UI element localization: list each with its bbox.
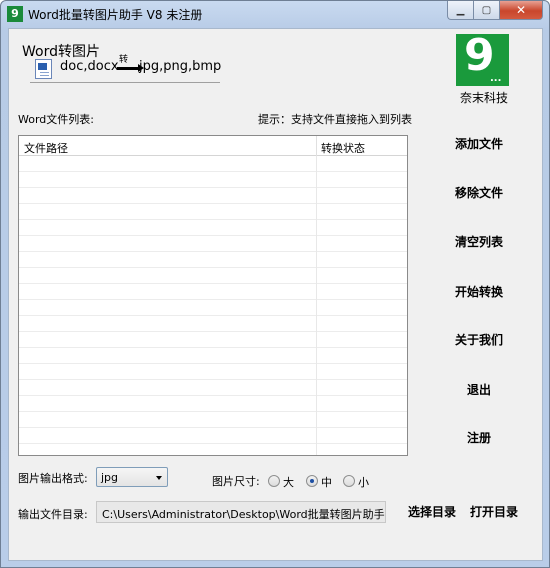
window-title: Word批量转图片助手 V8 未注册	[28, 8, 203, 22]
open-directory-button[interactable]: 打开目录	[470, 503, 518, 520]
start-convert-button[interactable]: 开始转换	[439, 281, 519, 303]
title-bar[interactable]: 9 Word批量转图片助手 V8 未注册 ▁ ▢ ✕	[1, 1, 549, 27]
choose-directory-button[interactable]: 选择目录	[408, 503, 456, 520]
file-list[interactable]: 文件路径 转换状态	[18, 135, 408, 456]
file-list-rows[interactable]	[19, 156, 407, 455]
company-name: 奈末科技	[459, 91, 508, 105]
window-controls: ▁ ▢ ✕	[447, 1, 543, 20]
file-list-header: 文件路径 转换状态	[19, 136, 407, 156]
word-document-icon	[35, 59, 52, 79]
size-large-radio[interactable]	[268, 475, 280, 487]
close-button[interactable]: ✕	[499, 1, 543, 20]
app-window: 9 Word批量转图片助手 V8 未注册 ▁ ▢ ✕ Word转图片 doc,d…	[0, 0, 550, 568]
app-icon: 9	[7, 6, 23, 22]
size-small-radio[interactable]	[343, 475, 355, 487]
minimize-button[interactable]: ▁	[447, 1, 473, 20]
output-format-select[interactable]: jpg	[96, 467, 168, 487]
column-divider[interactable]	[316, 136, 317, 156]
target-formats: jpg,png,bmp	[139, 59, 222, 74]
register-button[interactable]: 注册	[439, 427, 519, 449]
output-dir-field[interactable]: C:\Users\Administrator\Desktop\Word批量转图片…	[96, 501, 386, 523]
add-files-button[interactable]: 添加文件	[439, 133, 519, 155]
chevron-down-icon	[156, 476, 162, 480]
source-formats: doc,docx	[60, 59, 119, 74]
header-divider	[30, 82, 220, 83]
column-gridline	[316, 156, 317, 455]
arrow-right-icon	[117, 64, 144, 72]
size-large-label[interactable]: 大	[283, 474, 294, 490]
output-dir-label: 输出文件目录:	[18, 508, 88, 521]
size-small-label[interactable]: 小	[358, 474, 369, 490]
size-medium-label[interactable]: 中	[321, 474, 332, 490]
main-panel: Word转图片 doc,docx 转 jpg,png,bmp 9 ... 奈末科…	[8, 28, 543, 561]
output-dir-path: C:\Users\Administrator\Desktop\Word批量转图片…	[102, 508, 385, 521]
about-us-button[interactable]: 关于我们	[439, 329, 519, 351]
image-size-label: 图片尺寸:	[212, 475, 260, 488]
size-medium-radio[interactable]	[306, 475, 318, 487]
clear-list-button[interactable]: 清空列表	[439, 231, 519, 253]
header-title: Word转图片	[22, 44, 100, 60]
convert-arrow-label: 转	[119, 55, 129, 65]
column-header-file-path[interactable]: 文件路径	[24, 140, 68, 156]
logo-dots: ...	[490, 73, 502, 84]
output-format-label: 图片输出格式:	[18, 472, 88, 485]
file-list-label: Word文件列表:	[18, 113, 94, 126]
exit-button[interactable]: 退出	[439, 379, 519, 401]
drag-hint: 提示：支持文件直接拖入到列表	[258, 113, 412, 126]
output-format-value: jpg	[101, 471, 119, 484]
maximize-button[interactable]: ▢	[473, 1, 499, 20]
remove-file-button[interactable]: 移除文件	[439, 182, 519, 204]
column-header-status[interactable]: 转换状态	[321, 140, 365, 156]
